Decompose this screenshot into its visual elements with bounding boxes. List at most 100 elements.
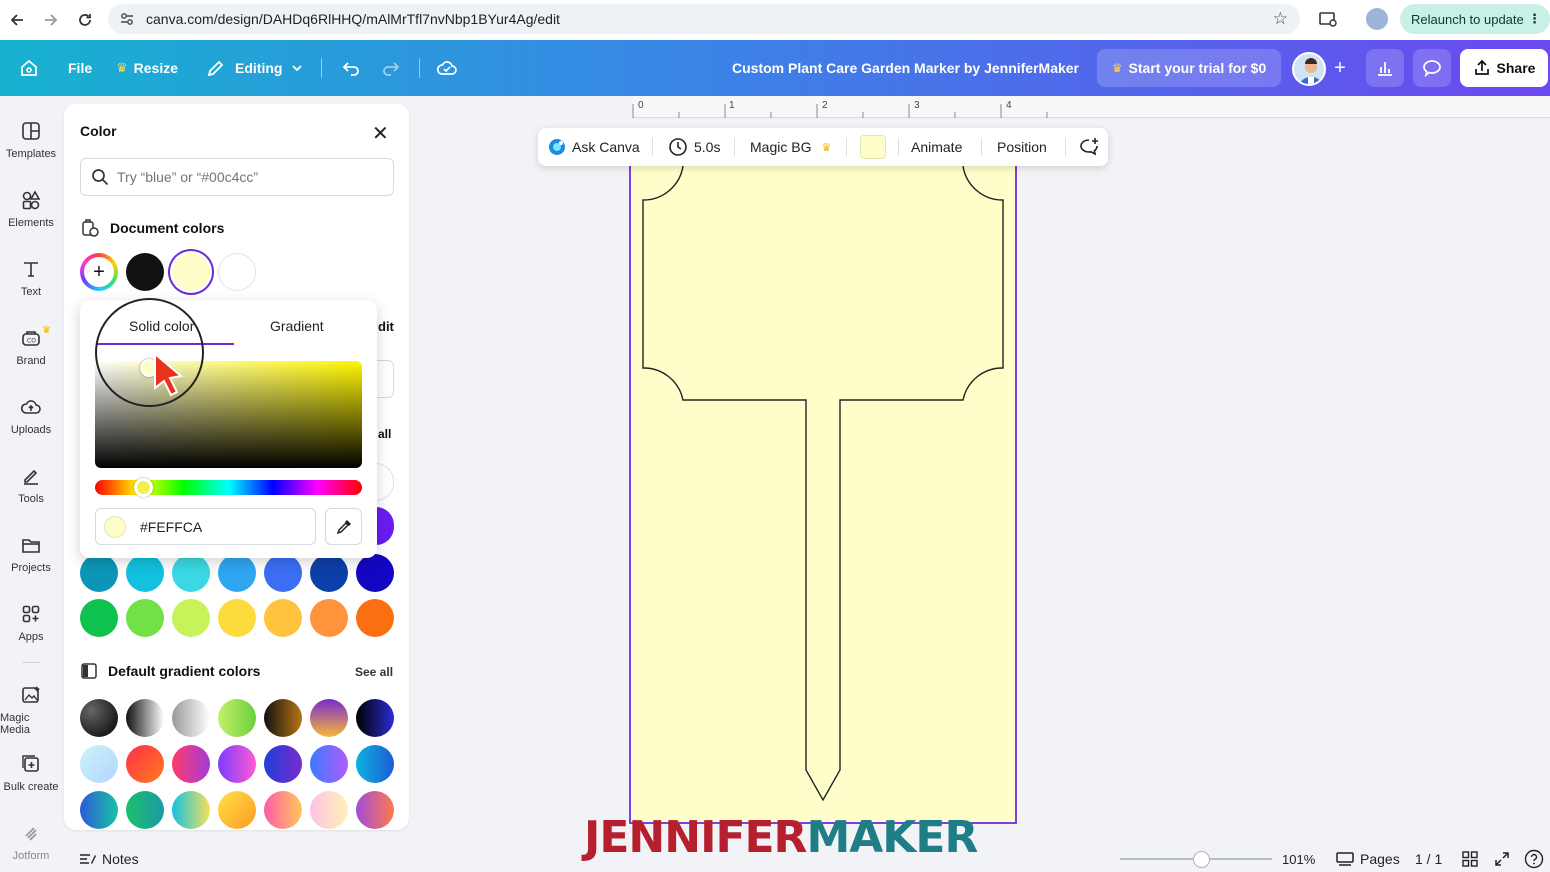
solid-color-swatch[interactable] bbox=[356, 599, 394, 637]
notes-button[interactable]: Notes bbox=[78, 846, 139, 872]
magic-bg-button[interactable]: Magic BG ♛ bbox=[750, 128, 831, 166]
cast-icon[interactable] bbox=[1318, 9, 1338, 29]
save-status-button[interactable] bbox=[436, 40, 458, 96]
solid-color-swatch[interactable] bbox=[356, 554, 394, 592]
address-bar[interactable]: canva.com/design/DAHDq6RlHHQ/mAlMrTfl7nv… bbox=[108, 4, 1300, 34]
solid-color-swatch[interactable] bbox=[172, 599, 210, 637]
zoom-slider-handle[interactable] bbox=[1192, 851, 1210, 868]
gradient-swatch[interactable] bbox=[264, 745, 302, 783]
zoom-level-button[interactable]: 101% bbox=[1282, 846, 1315, 872]
rail-item-text[interactable]: Text bbox=[0, 258, 62, 298]
document-color-swatch-selected[interactable] bbox=[172, 253, 210, 291]
relaunch-button[interactable]: Relaunch to update ⋮ bbox=[1400, 4, 1550, 34]
solid-color-swatch[interactable] bbox=[172, 554, 210, 592]
position-button[interactable]: Position bbox=[997, 128, 1047, 166]
solid-color-swatch[interactable] bbox=[310, 599, 348, 637]
solid-color-swatch[interactable] bbox=[80, 554, 118, 592]
comments-button[interactable] bbox=[1413, 49, 1451, 87]
rail-item-elements[interactable]: Elements bbox=[0, 189, 62, 229]
solid-color-swatch[interactable] bbox=[264, 554, 302, 592]
close-icon[interactable]: ✕ bbox=[372, 121, 389, 146]
browser-profile-avatar[interactable] bbox=[1366, 8, 1388, 30]
solid-color-swatch[interactable] bbox=[218, 599, 256, 637]
hex-value[interactable]: #FEFFCA bbox=[140, 519, 202, 535]
pages-button[interactable]: Pages bbox=[1336, 846, 1400, 872]
color-search-field[interactable] bbox=[80, 158, 394, 196]
gradient-swatch[interactable] bbox=[356, 791, 394, 829]
bookmark-star-icon[interactable]: ☆ bbox=[1273, 9, 1288, 29]
gradient-swatch[interactable] bbox=[126, 699, 164, 737]
design-page[interactable] bbox=[629, 158, 1017, 824]
file-menu[interactable]: File bbox=[68, 40, 92, 96]
ask-canva-button[interactable]: Ask Canva bbox=[548, 128, 640, 166]
gradient-swatch[interactable] bbox=[310, 791, 348, 829]
gradient-swatch[interactable] bbox=[218, 791, 256, 829]
site-settings-icon[interactable] bbox=[118, 10, 136, 28]
rail-item-uploads[interactable]: Uploads bbox=[0, 396, 62, 436]
user-avatar[interactable] bbox=[1292, 52, 1326, 86]
gradient-swatch[interactable] bbox=[356, 699, 394, 737]
see-all-partial[interactable]: all bbox=[378, 427, 391, 441]
purple-swatch-partial[interactable] bbox=[376, 507, 394, 545]
redo-button[interactable] bbox=[380, 40, 402, 96]
solid-color-swatch[interactable] bbox=[126, 599, 164, 637]
resize-button[interactable]: ♛ Resize bbox=[116, 40, 178, 96]
animate-button[interactable]: Animate bbox=[911, 128, 962, 166]
gradient-swatch[interactable] bbox=[80, 791, 118, 829]
insights-button[interactable] bbox=[1366, 49, 1404, 87]
edit-link-partial[interactable]: dit bbox=[378, 319, 394, 334]
gradient-swatch[interactable] bbox=[218, 745, 256, 783]
editing-mode-dropdown[interactable]: Editing bbox=[205, 40, 304, 96]
gradient-swatch[interactable] bbox=[80, 745, 118, 783]
rail-item-templates[interactable]: Templates bbox=[0, 120, 62, 160]
rail-item-bulk-create[interactable]: Bulk create bbox=[0, 753, 62, 793]
gradient-swatch[interactable] bbox=[264, 791, 302, 829]
rail-item-tools[interactable]: Tools bbox=[0, 465, 62, 505]
grid-view-button[interactable] bbox=[1462, 846, 1478, 872]
color-search-input[interactable] bbox=[117, 169, 387, 185]
gradient-swatch[interactable] bbox=[172, 699, 210, 737]
undo-button[interactable] bbox=[340, 40, 362, 96]
gradient-swatch[interactable] bbox=[126, 791, 164, 829]
help-button[interactable] bbox=[1524, 846, 1544, 872]
see-all-link[interactable]: See all bbox=[355, 665, 393, 679]
forward-icon[interactable] bbox=[34, 3, 68, 37]
add-comment-button[interactable] bbox=[1078, 128, 1100, 166]
gradient-swatch[interactable] bbox=[264, 699, 302, 737]
back-icon[interactable] bbox=[0, 3, 34, 37]
garden-marker-shape[interactable] bbox=[631, 160, 1015, 822]
background-color-button[interactable] bbox=[860, 135, 886, 159]
duration-button[interactable]: 5.0s bbox=[668, 128, 720, 166]
solid-color-swatch[interactable] bbox=[80, 599, 118, 637]
rail-item-projects[interactable]: Projects bbox=[0, 534, 62, 574]
start-trial-button[interactable]: ♛ Start your trial for $0 bbox=[1097, 49, 1281, 87]
rail-item-jotform[interactable]: Jotform bbox=[0, 822, 62, 862]
solid-color-swatch[interactable] bbox=[218, 554, 256, 592]
add-collaborator-icon[interactable]: + bbox=[1328, 56, 1352, 80]
document-title[interactable]: Custom Plant Care Garden Marker by Jenni… bbox=[732, 40, 1079, 96]
hex-input-field[interactable]: #FEFFCA bbox=[95, 508, 316, 545]
gradient-swatch[interactable] bbox=[310, 699, 348, 737]
reload-icon[interactable] bbox=[68, 3, 102, 37]
gradient-swatch[interactable] bbox=[80, 699, 118, 737]
hue-slider-handle[interactable] bbox=[134, 478, 154, 497]
gradient-swatch[interactable] bbox=[172, 745, 210, 783]
rail-item-brand[interactable]: ♛ CO Brand bbox=[0, 325, 62, 367]
document-color-swatch[interactable] bbox=[218, 253, 256, 291]
add-color-button[interactable]: + bbox=[80, 253, 118, 291]
document-color-swatch[interactable] bbox=[126, 253, 164, 291]
share-button[interactable]: Share bbox=[1460, 49, 1548, 87]
tab-gradient[interactable]: Gradient bbox=[270, 318, 324, 334]
gradient-swatch[interactable] bbox=[126, 745, 164, 783]
rail-item-apps[interactable]: Apps bbox=[0, 603, 62, 643]
eyedropper-button[interactable] bbox=[325, 508, 362, 545]
gradient-swatch[interactable] bbox=[310, 745, 348, 783]
gradient-swatch[interactable] bbox=[356, 745, 394, 783]
fullscreen-button[interactable] bbox=[1494, 846, 1510, 872]
home-button[interactable] bbox=[18, 40, 40, 96]
rail-item-magic-media[interactable]: Magic Media bbox=[0, 684, 62, 736]
gradient-swatch[interactable] bbox=[172, 791, 210, 829]
more-menu-icon[interactable]: ⋮ bbox=[1528, 11, 1541, 27]
solid-color-swatch[interactable] bbox=[264, 599, 302, 637]
gradient-swatch[interactable] bbox=[218, 699, 256, 737]
